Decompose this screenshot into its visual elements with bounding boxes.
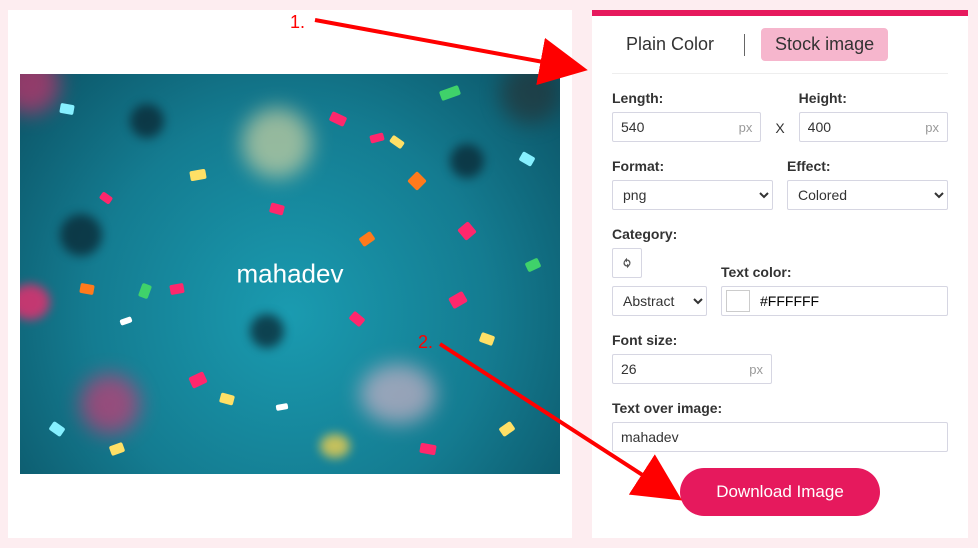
height-label: Height:	[799, 90, 948, 106]
fontsize-label: Font size:	[612, 332, 948, 348]
length-label: Length:	[612, 90, 761, 106]
tab-stock-image[interactable]: Stock image	[761, 28, 888, 61]
textcolor-swatch[interactable]	[726, 290, 750, 312]
effect-label: Effect:	[787, 158, 948, 174]
download-button[interactable]: Download Image	[680, 468, 880, 516]
dimensions-separator: X	[775, 120, 784, 142]
fontsize-unit: px	[749, 362, 771, 377]
textcolor-label: Text color:	[721, 264, 948, 280]
textover-label: Text over image:	[612, 400, 948, 416]
length-unit: px	[739, 120, 761, 135]
fontsize-input[interactable]	[613, 355, 749, 383]
height-unit: px	[925, 120, 947, 135]
category-label: Category:	[612, 226, 707, 242]
effect-select[interactable]: ColoredGrayscaleBlur	[787, 180, 948, 210]
refresh-category-button[interactable]	[612, 248, 642, 278]
preview-overlay-text: mahadev	[237, 259, 344, 290]
textcolor-input[interactable]	[754, 293, 947, 309]
preview-image: mahadev	[20, 74, 560, 474]
tab-plain-color[interactable]: Plain Color	[612, 28, 728, 61]
refresh-icon	[620, 256, 634, 270]
controls-panel: Plain Color Stock image Length: px X Hei…	[592, 10, 968, 538]
format-label: Format:	[612, 158, 773, 174]
length-input[interactable]	[613, 113, 739, 141]
format-select[interactable]: pngjpggifwebp	[612, 180, 773, 210]
height-input[interactable]	[800, 113, 926, 141]
tab-separator	[744, 34, 745, 56]
textover-input[interactable]	[613, 423, 947, 451]
category-select[interactable]: AbstractNaturePeopleBusiness	[612, 286, 707, 316]
preview-panel: mahadev	[8, 10, 572, 538]
